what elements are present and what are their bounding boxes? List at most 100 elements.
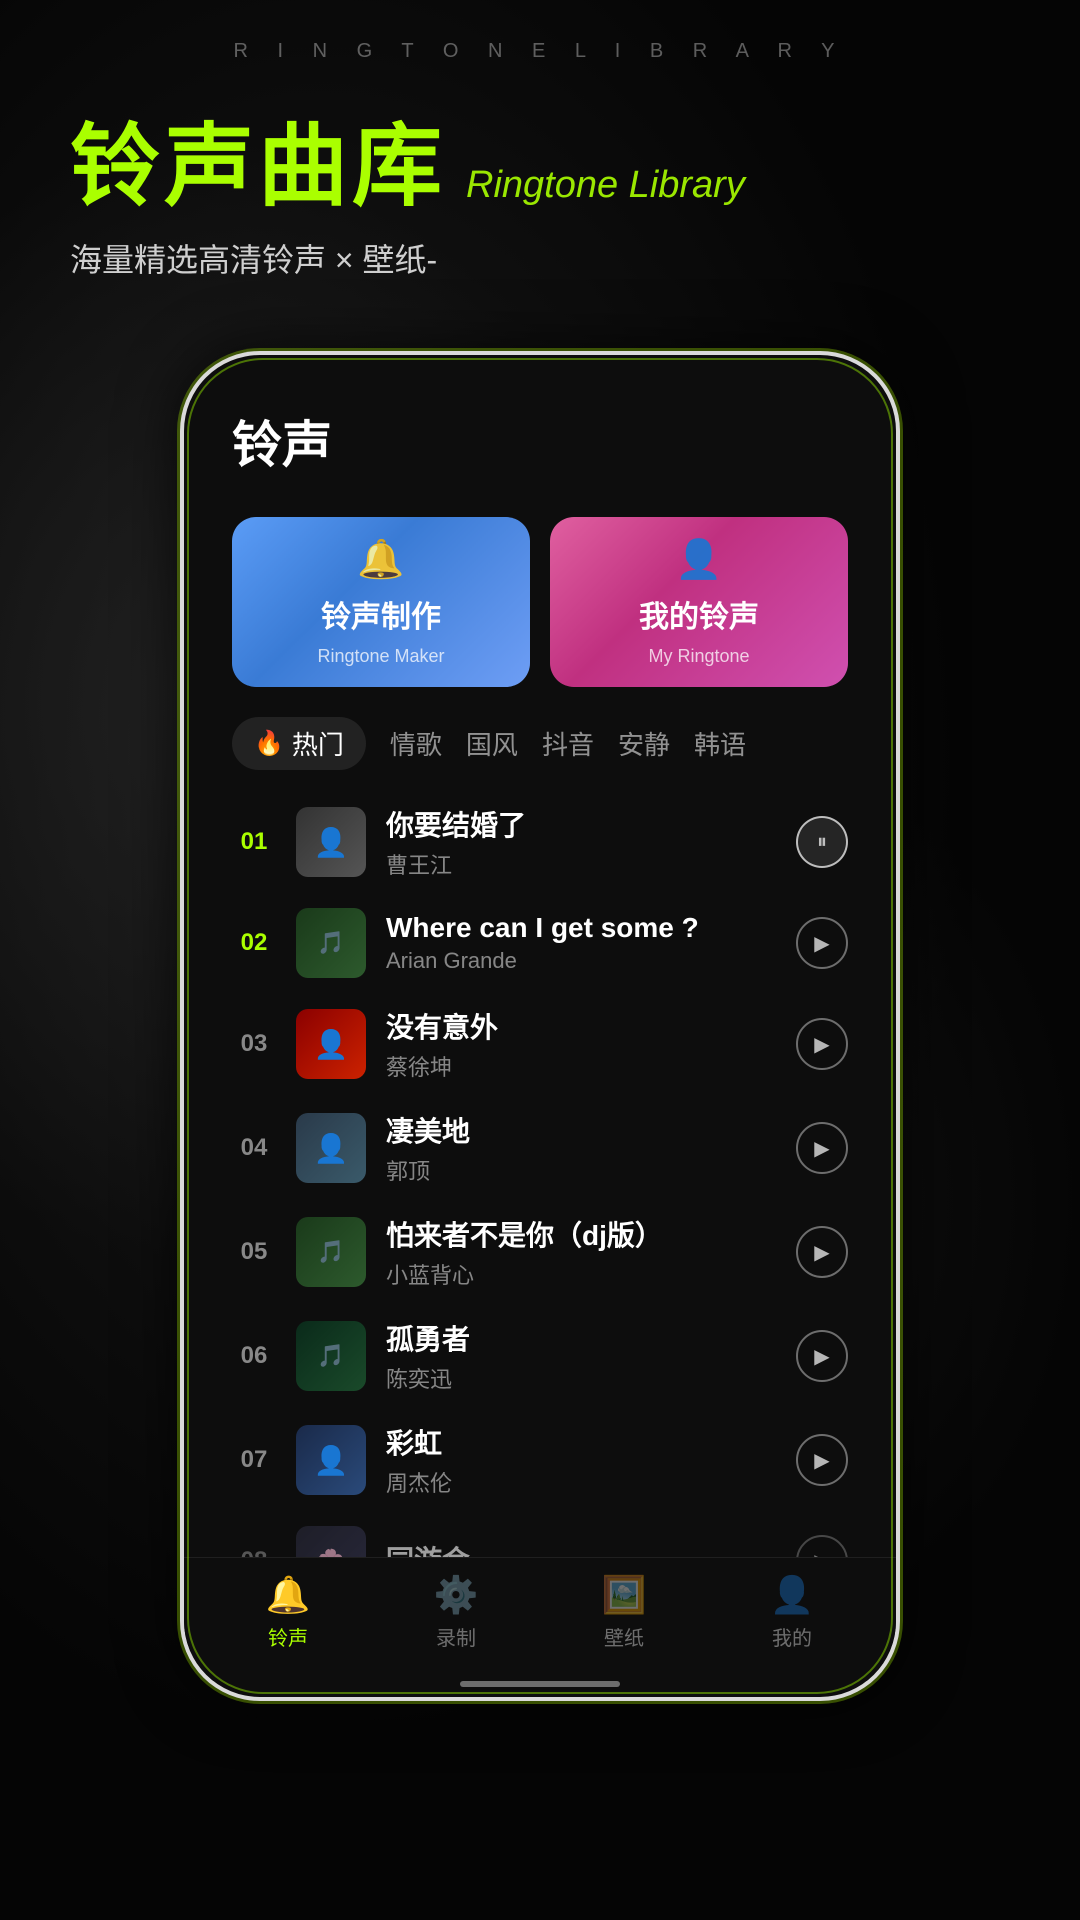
song-name: 你要结婚了 [386, 804, 776, 844]
song-number: 01 [232, 828, 276, 856]
song-item[interactable]: 06 🎵 孤勇者 陈奕迅 ▶ [184, 1304, 896, 1408]
song-name: 没有意外 [386, 1006, 776, 1046]
ringtone-nav-label: 铃声 [268, 1622, 308, 1651]
tab-hot[interactable]: 🔥 热门 [232, 717, 366, 770]
tab-korean[interactable]: 韩语 [694, 725, 746, 762]
nav-item-record[interactable]: ⚙️ 录制 [396, 1574, 516, 1651]
tab-hot-label: 热门 [292, 725, 344, 762]
ringtone-maker-icon: 🔔 [357, 538, 404, 582]
song-item[interactable]: 07 👤 彩虹 周杰伦 ▶ [184, 1408, 896, 1512]
fire-icon: 🔥 [254, 729, 284, 758]
song-number: 06 [232, 1342, 276, 1370]
tab-quiet[interactable]: 安静 [618, 725, 670, 762]
my-ringtone-title-cn: 我的铃声 [639, 592, 759, 636]
play-icon: ▶ [814, 931, 829, 956]
phone-container: 铃声 🔔 铃声制作 Ringtone Maker 👤 我的铃声 My Ringt… [0, 351, 1080, 1701]
song-artist: Arian Grande [386, 948, 776, 974]
nav-item-wallpaper[interactable]: 🖼️ 壁纸 [564, 1574, 684, 1651]
play-icon: ▶ [814, 1344, 829, 1369]
ringtone-maker-title-en: Ringtone Maker [317, 646, 444, 667]
song-item[interactable]: 01 👤 你要结婚了 曹王江 ⏸ [184, 790, 896, 894]
play-icon: ▶ [814, 1032, 829, 1057]
tab-chinese[interactable]: 国风 [466, 725, 518, 762]
song-artist: 郭顶 [386, 1154, 776, 1186]
song-thumbnail: 🎵 [296, 1321, 366, 1391]
tab-love[interactable]: 情歌 [390, 725, 442, 762]
play-icon: ▶ [814, 1136, 829, 1161]
song-item[interactable]: 08 🌸 园游会 ▶ [184, 1512, 896, 1557]
nav-item-mine[interactable]: 👤 我的 [732, 1574, 852, 1651]
song-info: 彩虹 周杰伦 [386, 1422, 776, 1498]
home-indicator [460, 1681, 620, 1687]
my-ringtone-title-en: My Ringtone [648, 646, 749, 667]
title-chinese: 铃声曲库 [70, 93, 446, 223]
song-play-button[interactable]: ▶ [796, 1434, 848, 1486]
song-name: 彩虹 [386, 1422, 776, 1462]
song-info: 你要结婚了 曹王江 [386, 804, 776, 880]
phone-header: 铃声 [184, 355, 896, 497]
song-thumbnail: 🎵 [296, 1217, 366, 1287]
song-thumbnail: 🎵 [296, 908, 366, 978]
song-artist: 小蓝背心 [386, 1258, 776, 1290]
page-header: R I N G T O N E L I B R A R Y 铃声曲库 Ringt… [0, 0, 1080, 301]
mine-nav-icon: 👤 [770, 1574, 815, 1616]
my-ringtone-card[interactable]: 👤 我的铃声 My Ringtone [550, 517, 848, 687]
play-icon: ▶ [814, 1240, 829, 1265]
song-play-button[interactable]: ▶ [796, 1226, 848, 1278]
ringtone-nav-icon: 🔔 [266, 1574, 311, 1616]
song-info: 凄美地 郭顶 [386, 1110, 776, 1186]
title-row: 铃声曲库 Ringtone Library [60, 93, 1020, 223]
song-number: 03 [232, 1030, 276, 1058]
song-thumbnail: 👤 [296, 1425, 366, 1495]
song-play-button[interactable]: ▶ [796, 917, 848, 969]
song-play-button[interactable]: ⏸ [796, 816, 848, 868]
song-name: Where can I get some ? [386, 912, 776, 944]
wallpaper-nav-label: 壁纸 [604, 1622, 644, 1651]
song-artist: 周杰伦 [386, 1466, 776, 1498]
header-desc: 海量精选高清铃声 × 壁纸- [60, 235, 1020, 281]
play-icon: ▶ [814, 1549, 829, 1558]
record-nav-icon: ⚙️ [434, 1574, 479, 1616]
song-info: Where can I get some ? Arian Grande [386, 912, 776, 974]
title-english: Ringtone Library [466, 164, 745, 207]
song-info: 怕来者不是你（dj版） 小蓝背心 [386, 1214, 776, 1290]
play-icon: ▶ [814, 1448, 829, 1473]
song-thumbnail: 👤 [296, 1009, 366, 1079]
song-item[interactable]: 05 🎵 怕来者不是你（dj版） 小蓝背心 ▶ [184, 1200, 896, 1304]
header-subtitle: R I N G T O N E L I B R A R Y [60, 40, 1020, 63]
song-info: 园游会 [386, 1539, 776, 1557]
song-name: 孤勇者 [386, 1318, 776, 1358]
nav-item-ringtone[interactable]: 🔔 铃声 [228, 1574, 348, 1651]
tab-douyin[interactable]: 抖音 [542, 725, 594, 762]
ringtone-maker-title-cn: 铃声制作 [321, 592, 441, 636]
song-info: 没有意外 蔡徐坤 [386, 1006, 776, 1082]
song-item[interactable]: 02 🎵 Where can I get some ? Arian Grande… [184, 894, 896, 992]
song-thumbnail: 👤 [296, 807, 366, 877]
song-play-button[interactable]: ▶ [796, 1330, 848, 1382]
phone-title: 铃声 [232, 405, 848, 477]
song-item[interactable]: 03 👤 没有意外 蔡徐坤 ▶ [184, 992, 896, 1096]
song-play-button[interactable]: ▶ [796, 1018, 848, 1070]
record-nav-label: 录制 [436, 1622, 476, 1651]
ringtone-maker-card[interactable]: 🔔 铃声制作 Ringtone Maker [232, 517, 530, 687]
mine-nav-label: 我的 [772, 1622, 812, 1651]
song-number: 05 [232, 1238, 276, 1266]
song-item[interactable]: 04 👤 凄美地 郭顶 ▶ [184, 1096, 896, 1200]
song-number: 08 [232, 1547, 276, 1557]
song-play-button[interactable]: ▶ [796, 1535, 848, 1557]
song-play-button[interactable]: ▶ [796, 1122, 848, 1174]
phone-content: 铃声 🔔 铃声制作 Ringtone Maker 👤 我的铃声 My Ringt… [184, 355, 896, 1697]
song-list: 01 👤 你要结婚了 曹王江 ⏸ 02 🎵 [184, 780, 896, 1557]
pause-icon: ⏸ [817, 831, 827, 854]
category-tabs: 🔥 热门 情歌 国风 抖音 安静 韩语 [184, 697, 896, 780]
song-name: 怕来者不是你（dj版） [386, 1214, 776, 1254]
song-artist: 陈奕迅 [386, 1362, 776, 1394]
song-info: 孤勇者 陈奕迅 [386, 1318, 776, 1394]
song-number: 07 [232, 1446, 276, 1474]
song-artist: 曹王江 [386, 848, 776, 880]
song-artist: 蔡徐坤 [386, 1050, 776, 1082]
song-thumbnail: 🌸 [296, 1526, 366, 1557]
cards-row: 🔔 铃声制作 Ringtone Maker 👤 我的铃声 My Ringtone [184, 497, 896, 697]
bottom-navigation: 🔔 铃声 ⚙️ 录制 🖼️ 壁纸 👤 我的 [184, 1557, 896, 1681]
phone-mockup: 铃声 🔔 铃声制作 Ringtone Maker 👤 我的铃声 My Ringt… [180, 351, 900, 1701]
